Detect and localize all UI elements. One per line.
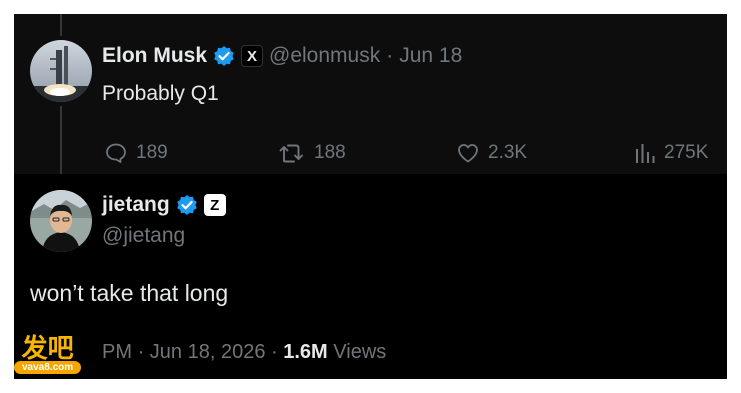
avatar-jietang[interactable] [30, 190, 92, 252]
tweet-date[interactable]: Jun 18 [399, 44, 462, 68]
tweet-time[interactable]: PM [102, 341, 132, 363]
views-count: 275K [664, 142, 709, 163]
display-name[interactable]: jietang [102, 193, 170, 217]
views-icon [636, 144, 655, 163]
tweet-meta: PM · Jun 18, 2026 · 1.6M Views [102, 341, 386, 364]
tweet-frame: Elon Musk X @elonmusk · Jun 18 Probably … [14, 14, 727, 379]
repost-icon [279, 144, 303, 163]
thread-line [60, 106, 62, 174]
main-tweet-text: won’t take that long [30, 280, 229, 306]
like-count: 2.3K [488, 142, 528, 163]
affiliate-badge-z[interactable]: Z [203, 194, 226, 216]
reply-count: 189 [136, 142, 168, 163]
views-label: Views [333, 341, 387, 363]
like-icon [458, 144, 478, 163]
handle[interactable]: @jietang [102, 224, 185, 248]
parent-tweet-header: Elon Musk X @elonmusk · Jun 18 [102, 44, 462, 68]
thread-line [60, 14, 62, 36]
views-button[interactable]: 275K [634, 141, 708, 165]
display-name[interactable]: Elon Musk [102, 44, 207, 68]
watermark-chars: 发吧 [21, 334, 74, 364]
repost-count: 188 [314, 142, 346, 163]
separator: · [271, 341, 278, 363]
parent-tweet-text: Probably Q1 [102, 82, 219, 105]
handle[interactable]: @elonmusk [269, 44, 380, 68]
avatar-elonmusk[interactable] [30, 40, 92, 102]
verified-badge-icon[interactable] [176, 194, 198, 216]
parent-tweet[interactable]: Elon Musk X @elonmusk · Jun 18 Probably … [14, 14, 727, 174]
verified-badge-icon[interactable] [213, 45, 235, 67]
watermark-logo: 发吧 vava8.com [14, 334, 82, 374]
separator: · [137, 341, 145, 363]
repost-button[interactable]: 188 [278, 141, 346, 165]
main-tweet-header: jietang Z [102, 193, 226, 217]
reply-icon [106, 143, 126, 163]
watermark-site: vava8.com [14, 361, 82, 374]
affiliate-badge-x[interactable]: X [241, 45, 264, 67]
reply-button[interactable]: 189 [104, 141, 168, 165]
tweet-date[interactable]: Jun 18, 2026 [150, 341, 266, 363]
views-count: 1.6M [283, 341, 328, 363]
like-button[interactable]: 2.3K [456, 141, 527, 165]
separator: · [386, 44, 394, 67]
